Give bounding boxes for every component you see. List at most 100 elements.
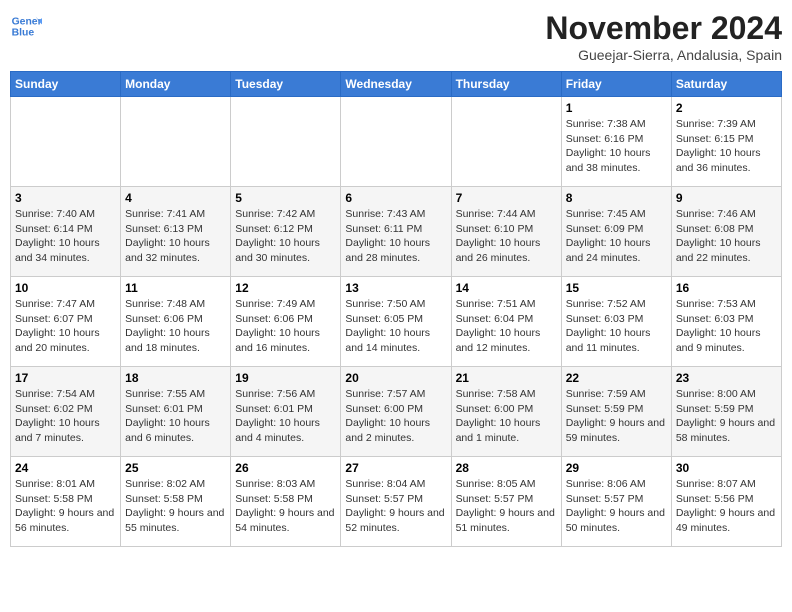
calendar-week-row: 3Sunrise: 7:40 AM Sunset: 6:14 PM Daylig… bbox=[11, 187, 782, 277]
calendar-cell: 23 Sunrise: 8:00 AM Sunset: 5:59 PM Dayli… bbox=[671, 367, 781, 457]
calendar-cell: 30 Sunrise: 8:07 AM Sunset: 5:56 PM Dayli… bbox=[671, 457, 781, 547]
logo-icon: General Blue bbox=[10, 10, 42, 42]
day-number: 20 bbox=[345, 371, 446, 385]
page-subtitle: Gueejar-Sierra, Andalusia, Spain bbox=[545, 47, 782, 63]
calendar-cell: 8Sunrise: 7:45 AM Sunset: 6:09 PM Daylig… bbox=[561, 187, 671, 277]
calendar-week-row: 10 Sunrise: 7:47 AM Sunset: 6:07 PM Dayli… bbox=[11, 277, 782, 367]
day-info: Sunrise: 7:56 AM Sunset: 6:01 PM Dayligh… bbox=[235, 387, 336, 446]
day-info: Sunrise: 7:52 AM Sunset: 6:03 PM Dayligh… bbox=[566, 297, 667, 356]
calendar-cell: 13 Sunrise: 7:50 AM Sunset: 6:05 PM Dayli… bbox=[341, 277, 451, 367]
calendar-cell: 6Sunrise: 7:43 AM Sunset: 6:11 PM Daylig… bbox=[341, 187, 451, 277]
day-info: Sunrise: 7:59 AM Sunset: 5:59 PM Dayligh… bbox=[566, 387, 667, 446]
weekday-header: Tuesday bbox=[231, 72, 341, 97]
day-info: Sunrise: 7:49 AM Sunset: 6:06 PM Dayligh… bbox=[235, 297, 336, 356]
calendar-week-row: 24Sunrise: 8:01 AM Sunset: 5:58 PM Dayli… bbox=[11, 457, 782, 547]
day-number: 16 bbox=[676, 281, 777, 295]
calendar-cell: 25 Sunrise: 8:02 AM Sunset: 5:58 PM Dayli… bbox=[121, 457, 231, 547]
day-number: 17 bbox=[15, 371, 116, 385]
calendar-cell bbox=[121, 97, 231, 187]
calendar-cell: 18 Sunrise: 7:55 AM Sunset: 6:01 PM Dayli… bbox=[121, 367, 231, 457]
day-info: Sunrise: 8:03 AM Sunset: 5:58 PM Dayligh… bbox=[235, 477, 336, 536]
day-number: 22 bbox=[566, 371, 667, 385]
weekday-header: Thursday bbox=[451, 72, 561, 97]
calendar-cell: 21 Sunrise: 7:58 AM Sunset: 6:00 PM Dayli… bbox=[451, 367, 561, 457]
calendar-cell: 3Sunrise: 7:40 AM Sunset: 6:14 PM Daylig… bbox=[11, 187, 121, 277]
calendar-cell: 2Sunrise: 7:39 AM Sunset: 6:15 PM Daylig… bbox=[671, 97, 781, 187]
weekday-header: Wednesday bbox=[341, 72, 451, 97]
day-info: Sunrise: 7:53 AM Sunset: 6:03 PM Dayligh… bbox=[676, 297, 777, 356]
calendar-cell: 15 Sunrise: 7:52 AM Sunset: 6:03 PM Dayli… bbox=[561, 277, 671, 367]
calendar-cell: 29 Sunrise: 8:06 AM Sunset: 5:57 PM Dayli… bbox=[561, 457, 671, 547]
day-info: Sunrise: 7:44 AM Sunset: 6:10 PM Dayligh… bbox=[456, 207, 557, 266]
day-number: 14 bbox=[456, 281, 557, 295]
day-info: Sunrise: 8:06 AM Sunset: 5:57 PM Dayligh… bbox=[566, 477, 667, 536]
day-info: Sunrise: 7:57 AM Sunset: 6:00 PM Dayligh… bbox=[345, 387, 446, 446]
calendar-cell: 19 Sunrise: 7:56 AM Sunset: 6:01 PM Dayli… bbox=[231, 367, 341, 457]
calendar-cell: 11Sunrise: 7:48 AM Sunset: 6:06 PM Dayli… bbox=[121, 277, 231, 367]
calendar-cell bbox=[341, 97, 451, 187]
weekday-header: Saturday bbox=[671, 72, 781, 97]
day-info: Sunrise: 8:00 AM Sunset: 5:59 PM Dayligh… bbox=[676, 387, 777, 446]
day-info: Sunrise: 7:42 AM Sunset: 6:12 PM Dayligh… bbox=[235, 207, 336, 266]
day-number: 18 bbox=[125, 371, 226, 385]
day-number: 25 bbox=[125, 461, 226, 475]
day-info: Sunrise: 8:02 AM Sunset: 5:58 PM Dayligh… bbox=[125, 477, 226, 536]
day-number: 30 bbox=[676, 461, 777, 475]
calendar-cell bbox=[451, 97, 561, 187]
calendar-cell: 27 Sunrise: 8:04 AM Sunset: 5:57 PM Dayli… bbox=[341, 457, 451, 547]
calendar-cell: 9 Sunrise: 7:46 AM Sunset: 6:08 PM Daylig… bbox=[671, 187, 781, 277]
day-info: Sunrise: 7:38 AM Sunset: 6:16 PM Dayligh… bbox=[566, 117, 667, 176]
weekday-header: Friday bbox=[561, 72, 671, 97]
day-info: Sunrise: 8:04 AM Sunset: 5:57 PM Dayligh… bbox=[345, 477, 446, 536]
day-number: 26 bbox=[235, 461, 336, 475]
calendar-header: SundayMondayTuesdayWednesdayThursdayFrid… bbox=[11, 72, 782, 97]
day-info: Sunrise: 7:47 AM Sunset: 6:07 PM Dayligh… bbox=[15, 297, 116, 356]
day-info: Sunrise: 7:41 AM Sunset: 6:13 PM Dayligh… bbox=[125, 207, 226, 266]
day-number: 5 bbox=[235, 191, 336, 205]
day-info: Sunrise: 8:07 AM Sunset: 5:56 PM Dayligh… bbox=[676, 477, 777, 536]
svg-text:Blue: Blue bbox=[12, 28, 35, 39]
day-number: 19 bbox=[235, 371, 336, 385]
calendar-cell bbox=[11, 97, 121, 187]
day-number: 1 bbox=[566, 101, 667, 115]
day-number: 11 bbox=[125, 281, 226, 295]
day-info: Sunrise: 7:46 AM Sunset: 6:08 PM Dayligh… bbox=[676, 207, 777, 266]
day-number: 15 bbox=[566, 281, 667, 295]
weekday-header: Monday bbox=[121, 72, 231, 97]
day-number: 23 bbox=[676, 371, 777, 385]
day-info: Sunrise: 7:50 AM Sunset: 6:05 PM Dayligh… bbox=[345, 297, 446, 356]
calendar-table: SundayMondayTuesdayWednesdayThursdayFrid… bbox=[10, 71, 782, 547]
calendar-cell: 7Sunrise: 7:44 AM Sunset: 6:10 PM Daylig… bbox=[451, 187, 561, 277]
calendar-week-row: 17Sunrise: 7:54 AM Sunset: 6:02 PM Dayli… bbox=[11, 367, 782, 457]
page-title: November 2024 bbox=[545, 10, 782, 47]
day-number: 2 bbox=[676, 101, 777, 115]
day-info: Sunrise: 7:55 AM Sunset: 6:01 PM Dayligh… bbox=[125, 387, 226, 446]
calendar-cell: 24Sunrise: 8:01 AM Sunset: 5:58 PM Dayli… bbox=[11, 457, 121, 547]
calendar-cell: 14 Sunrise: 7:51 AM Sunset: 6:04 PM Dayli… bbox=[451, 277, 561, 367]
day-number: 29 bbox=[566, 461, 667, 475]
day-info: Sunrise: 7:51 AM Sunset: 6:04 PM Dayligh… bbox=[456, 297, 557, 356]
calendar-cell: 28 Sunrise: 8:05 AM Sunset: 5:57 PM Dayli… bbox=[451, 457, 561, 547]
title-block: November 2024 Gueejar-Sierra, Andalusia,… bbox=[545, 10, 782, 63]
calendar-cell: 10 Sunrise: 7:47 AM Sunset: 6:07 PM Dayli… bbox=[11, 277, 121, 367]
calendar-cell: 1 Sunrise: 7:38 AM Sunset: 6:16 PM Daylig… bbox=[561, 97, 671, 187]
day-number: 6 bbox=[345, 191, 446, 205]
calendar-week-row: 1 Sunrise: 7:38 AM Sunset: 6:16 PM Daylig… bbox=[11, 97, 782, 187]
day-info: Sunrise: 8:01 AM Sunset: 5:58 PM Dayligh… bbox=[15, 477, 116, 536]
svg-text:General: General bbox=[12, 16, 42, 27]
calendar-cell: 4Sunrise: 7:41 AM Sunset: 6:13 PM Daylig… bbox=[121, 187, 231, 277]
day-number: 10 bbox=[15, 281, 116, 295]
day-info: Sunrise: 7:58 AM Sunset: 6:00 PM Dayligh… bbox=[456, 387, 557, 446]
day-number: 27 bbox=[345, 461, 446, 475]
day-number: 28 bbox=[456, 461, 557, 475]
calendar-cell: 20 Sunrise: 7:57 AM Sunset: 6:00 PM Dayli… bbox=[341, 367, 451, 457]
day-info: Sunrise: 8:05 AM Sunset: 5:57 PM Dayligh… bbox=[456, 477, 557, 536]
day-number: 21 bbox=[456, 371, 557, 385]
day-number: 8 bbox=[566, 191, 667, 205]
day-info: Sunrise: 7:40 AM Sunset: 6:14 PM Dayligh… bbox=[15, 207, 116, 266]
calendar-cell bbox=[231, 97, 341, 187]
calendar-cell: 22 Sunrise: 7:59 AM Sunset: 5:59 PM Dayli… bbox=[561, 367, 671, 457]
day-number: 13 bbox=[345, 281, 446, 295]
calendar-cell: 16 Sunrise: 7:53 AM Sunset: 6:03 PM Dayli… bbox=[671, 277, 781, 367]
day-number: 9 bbox=[676, 191, 777, 205]
